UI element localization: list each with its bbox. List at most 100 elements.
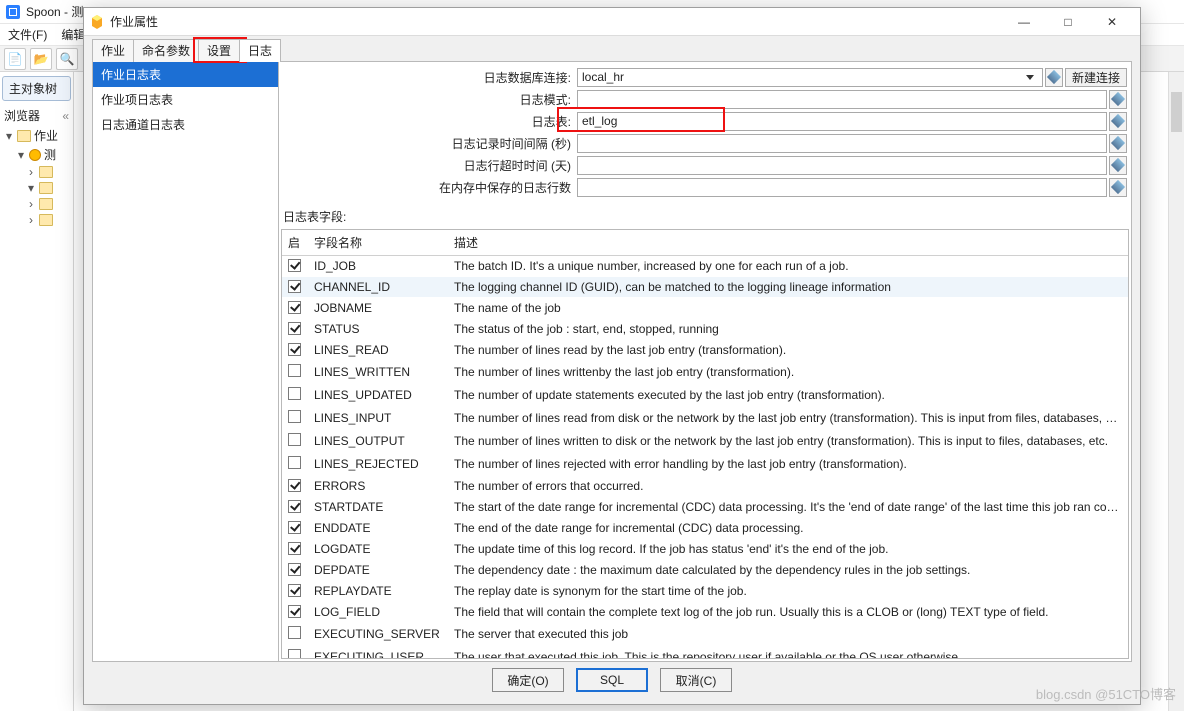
memrows-input[interactable] [577,178,1107,197]
col-name[interactable]: 字段名称 [308,230,448,256]
field-desc-cell: The number of lines written to disk or t… [448,430,1128,453]
field-desc-cell: The end of the date range for incrementa… [448,518,1128,539]
tree-leaf-1[interactable]: › [2,164,71,180]
table-row[interactable]: EXECUTING_USERThe user that executed thi… [282,646,1128,660]
label-interval: 日志记录时间间隔 (秒) [281,135,577,152]
table-row[interactable]: DEPDATEThe dependency date : the maximum… [282,560,1128,581]
enable-checkbox[interactable] [288,410,301,423]
enable-checkbox[interactable] [288,542,301,555]
field-desc-cell: The number of update statements executed… [448,384,1128,407]
field-name-cell: LINES_WRITTEN [308,361,448,384]
tree-leaf-3[interactable]: › [2,196,71,212]
table-row[interactable]: STATUSThe status of the job : start, end… [282,319,1128,340]
enable-checkbox[interactable] [288,626,301,639]
close-button[interactable]: ✕ [1090,8,1134,36]
sql-button[interactable]: SQL [576,668,648,692]
connection-select[interactable]: local_hr [577,68,1043,87]
enable-checkbox[interactable] [288,433,301,446]
schema-input[interactable] [577,90,1107,109]
tab-bar: 作业 命名参数 设置 日志 [92,42,1132,62]
chevron-left-icon[interactable]: « [62,109,69,123]
tree-tab[interactable]: 主对象树 [2,76,71,101]
fields-table[interactable]: 启 字段名称 描述 ID_JOBThe batch ID. It's a uni… [281,229,1129,659]
table-row[interactable]: LINES_WRITTENThe number of lines written… [282,361,1128,384]
enable-checkbox[interactable] [288,479,301,492]
variable-picker-icon[interactable] [1045,68,1063,87]
label-timeout: 日志行超时时间 (天) [281,157,577,174]
table-row[interactable]: LINES_UPDATEDThe number of update statem… [282,384,1128,407]
tree-root[interactable]: ▾ 作业 [2,126,71,145]
field-desc-cell: The number of lines read by the last job… [448,340,1128,361]
variable-picker-icon[interactable] [1109,90,1127,109]
table-row[interactable]: LOG_FIELDThe field that will contain the… [282,602,1128,623]
enable-checkbox[interactable] [288,584,301,597]
variable-picker-icon[interactable] [1109,178,1127,197]
enable-checkbox[interactable] [288,343,301,356]
table-row[interactable]: EXECUTING_SERVERThe server that executed… [282,623,1128,646]
menu-edit[interactable]: 编辑 [61,26,85,43]
table-row[interactable]: ENDDATEThe end of the date range for inc… [282,518,1128,539]
table-row[interactable]: LINES_REJECTEDThe number of lines reject… [282,453,1128,476]
enable-checkbox[interactable] [288,387,301,400]
table-row[interactable]: LINES_OUTPUTThe number of lines written … [282,430,1128,453]
col-desc[interactable]: 描述 [448,230,1128,256]
table-row[interactable]: STARTDATEThe start of the date range for… [282,497,1128,518]
timeout-input[interactable] [577,156,1107,175]
list-item-job-log[interactable]: 作业日志表 [93,62,278,87]
enable-checkbox[interactable] [288,259,301,272]
list-item-channel-log[interactable]: 日志通道日志表 [93,112,278,137]
field-name-cell: ERRORS [308,476,448,497]
enable-checkbox[interactable] [288,500,301,513]
enable-checkbox[interactable] [288,322,301,335]
enable-checkbox[interactable] [288,649,301,659]
tab-job[interactable]: 作业 [92,39,134,62]
table-row[interactable]: JOBNAMEThe name of the job [282,298,1128,319]
minimize-button[interactable]: — [1002,8,1046,36]
tree-leaf-4[interactable]: › [2,212,71,228]
log-table-list[interactable]: 作业日志表 作业项日志表 日志通道日志表 [93,62,279,661]
toolbar-explore-icon[interactable]: 🔍 [56,48,78,70]
table-row[interactable]: ERRORSThe number of errors that occurred… [282,476,1128,497]
variable-picker-icon[interactable] [1109,156,1127,175]
col-enable[interactable]: 启 [282,230,308,256]
dialog-titlebar[interactable]: 作业属性 — □ ✕ [84,8,1140,36]
list-item-jobentry-log[interactable]: 作业项日志表 [93,87,278,112]
variable-picker-icon[interactable] [1109,112,1127,131]
menu-file[interactable]: 文件(F) [8,26,47,43]
expand-icon[interactable]: ▾ [4,129,14,143]
table-row[interactable]: ID_JOBThe batch ID. It's a unique number… [282,256,1128,277]
table-row[interactable]: LOGDATEThe update time of this log recor… [282,539,1128,560]
table-row[interactable]: LINES_READThe number of lines read by th… [282,340,1128,361]
table-row[interactable]: REPLAYDATEThe replay date is synonym for… [282,581,1128,602]
field-name-cell: STARTDATE [308,497,448,518]
tree-child[interactable]: ▾ 测 [2,145,71,164]
field-name-cell: LINES_INPUT [308,407,448,430]
tab-log[interactable]: 日志 [239,39,281,62]
enable-checkbox[interactable] [288,456,301,469]
table-row[interactable]: LINES_INPUTThe number of lines read from… [282,407,1128,430]
field-name-cell: ID_JOB [308,256,448,277]
scrollbar-vertical[interactable] [1168,72,1184,711]
label-memrows: 在内存中保存的日志行数 [281,179,577,196]
tree-leaf-2[interactable]: ▾ [2,180,71,196]
table-input[interactable]: etl_log [577,112,1107,131]
enable-checkbox[interactable] [288,605,301,618]
new-connection-button[interactable]: 新建连接 [1065,68,1127,87]
variable-picker-icon[interactable] [1109,134,1127,153]
tab-params[interactable]: 命名参数 [133,39,199,62]
enable-checkbox[interactable] [288,521,301,534]
tab-settings[interactable]: 设置 [198,39,240,62]
ok-button[interactable]: 确定(O) [492,668,564,692]
toolbar-open-icon[interactable]: 📂 [30,48,52,70]
expand-icon[interactable]: ▾ [16,148,26,162]
enable-checkbox[interactable] [288,301,301,314]
table-row[interactable]: CHANNEL_IDThe logging channel ID (GUID),… [282,277,1128,298]
enable-checkbox[interactable] [288,364,301,377]
interval-input[interactable] [577,134,1107,153]
cancel-button[interactable]: 取消(C) [660,668,732,692]
maximize-button[interactable]: □ [1046,8,1090,36]
toolbar-new-icon[interactable]: 📄 [4,48,26,70]
tree-child-label: 测 [44,146,56,163]
enable-checkbox[interactable] [288,280,301,293]
enable-checkbox[interactable] [288,563,301,576]
